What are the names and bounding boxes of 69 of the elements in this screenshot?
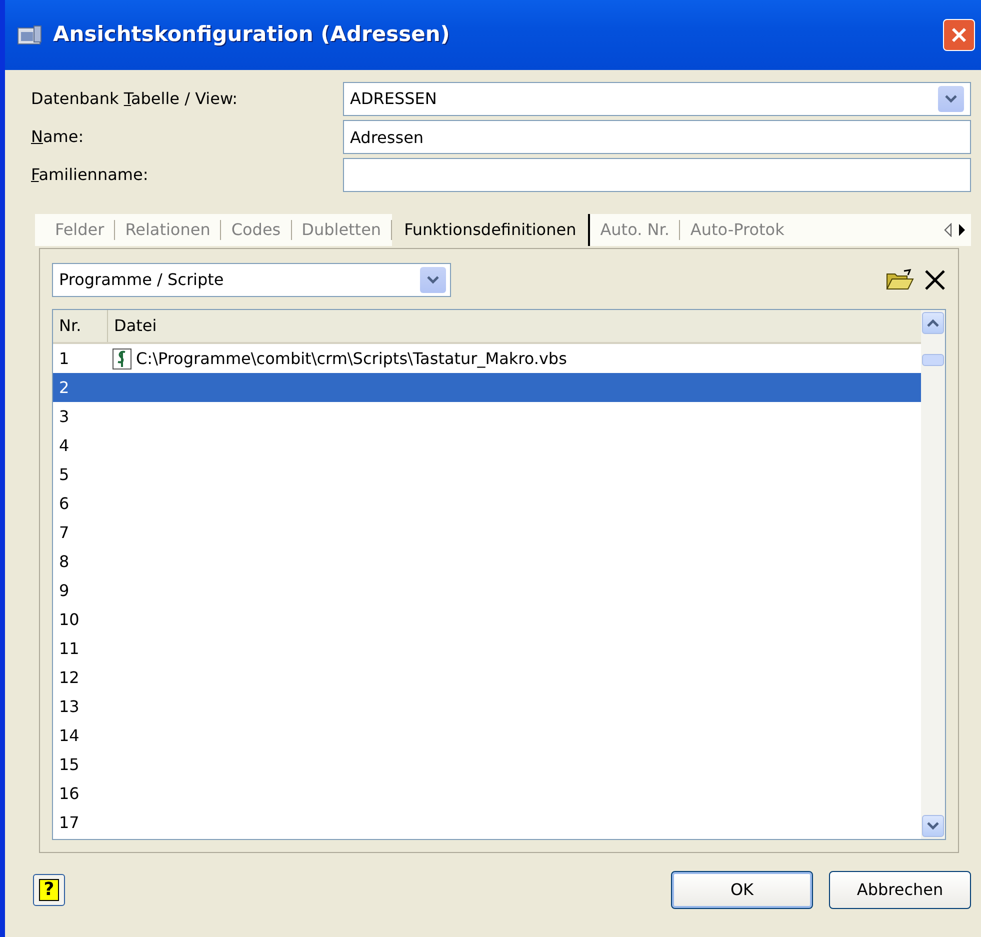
tab[interactable]: Felder <box>45 220 116 240</box>
row-number: 11 <box>58 638 80 660</box>
text-field[interactable]: Adressen <box>343 120 971 154</box>
table-row[interactable]: 6 <box>53 489 921 518</box>
up-caret-icon <box>927 319 939 327</box>
table-row[interactable]: 14 <box>53 721 921 750</box>
cancel-button[interactable]: Abbrechen <box>829 871 971 909</box>
scroll-left-icon[interactable] <box>943 223 953 237</box>
row-number: 5 <box>58 464 70 486</box>
table-row[interactable]: 8 <box>53 547 921 576</box>
tab[interactable]: Codes <box>221 220 292 240</box>
close-icon <box>950 26 968 44</box>
row-number: 14 <box>58 724 80 746</box>
column-header[interactable]: Nr. <box>53 310 108 342</box>
row-number: 6 <box>58 492 70 514</box>
table-row[interactable]: 12 <box>53 663 921 692</box>
tab[interactable]: Auto. Nr. <box>590 220 680 240</box>
help-button[interactable]: ? <box>33 874 65 906</box>
script-icon <box>112 348 132 370</box>
row-number: 15 <box>58 754 80 776</box>
row-number: 17 <box>58 812 80 834</box>
table-row[interactable]: 17 <box>53 808 921 837</box>
table-row[interactable]: 3 <box>53 402 921 431</box>
table-row[interactable]: 1 C:\Programme\combit\crm\Scripts\Tastatur_Makro.vbs <box>53 344 921 373</box>
window-title: Ansichtskonfiguration (Adressen) <box>53 21 451 48</box>
row-number: 2 <box>58 376 70 398</box>
field-label: Datenbank Tabelle / View: <box>31 88 239 110</box>
category-dropdown[interactable]: Programme / Scripte <box>52 263 451 297</box>
table-row[interactable]: 4 <box>53 431 921 460</box>
row-number: 7 <box>58 522 70 544</box>
dropdown-field[interactable]: ADRESSEN <box>343 82 971 116</box>
table-row[interactable]: 10 <box>53 605 921 634</box>
row-number: 10 <box>58 608 80 630</box>
text-field[interactable] <box>343 158 971 192</box>
scroll-down-button[interactable] <box>922 815 944 837</box>
column-header[interactable]: Datei <box>108 310 921 342</box>
row-number: 1 <box>58 348 70 370</box>
row-number: 9 <box>58 580 70 602</box>
table-row[interactable]: 13 <box>53 692 921 721</box>
tab[interactable]: Relationen <box>115 220 222 240</box>
dropdown-caret-icon <box>938 86 964 112</box>
table-row[interactable]: 2 <box>53 373 921 402</box>
field-label: Name: <box>31 126 85 148</box>
table-row[interactable]: 11 <box>53 634 921 663</box>
row-number: 4 <box>58 434 70 456</box>
tab[interactable]: Auto-Protok <box>680 220 794 240</box>
row-number: 16 <box>58 782 80 804</box>
dropdown-caret-icon <box>420 267 446 293</box>
open-folder-icon[interactable] <box>886 269 914 291</box>
scroll-up-button[interactable] <box>922 312 944 334</box>
window-icon <box>17 24 43 46</box>
scroll-right-icon[interactable] <box>957 223 967 237</box>
ok-button[interactable]: OK <box>671 871 813 909</box>
row-number: 8 <box>58 550 70 572</box>
down-caret-icon <box>927 822 939 830</box>
file-path: C:\Programme\combit\crm\Scripts\Tastatur_Makro.vbs <box>136 348 567 370</box>
field-label: Familienname: <box>31 164 150 186</box>
delete-icon[interactable] <box>924 269 946 291</box>
table-row[interactable]: 5 <box>53 460 921 489</box>
row-number: 3 <box>58 406 70 428</box>
scrollbar-thumb[interactable] <box>922 354 944 366</box>
table-row[interactable]: 7 <box>53 518 921 547</box>
row-number: 12 <box>58 666 80 688</box>
close-button[interactable] <box>943 19 975 51</box>
table-row[interactable]: 15 <box>53 750 921 779</box>
tab[interactable]: Funktionsdefinitionen <box>392 214 590 246</box>
table-row[interactable]: 16 <box>53 779 921 808</box>
table-row[interactable]: 9 <box>53 576 921 605</box>
row-number: 13 <box>58 696 80 718</box>
